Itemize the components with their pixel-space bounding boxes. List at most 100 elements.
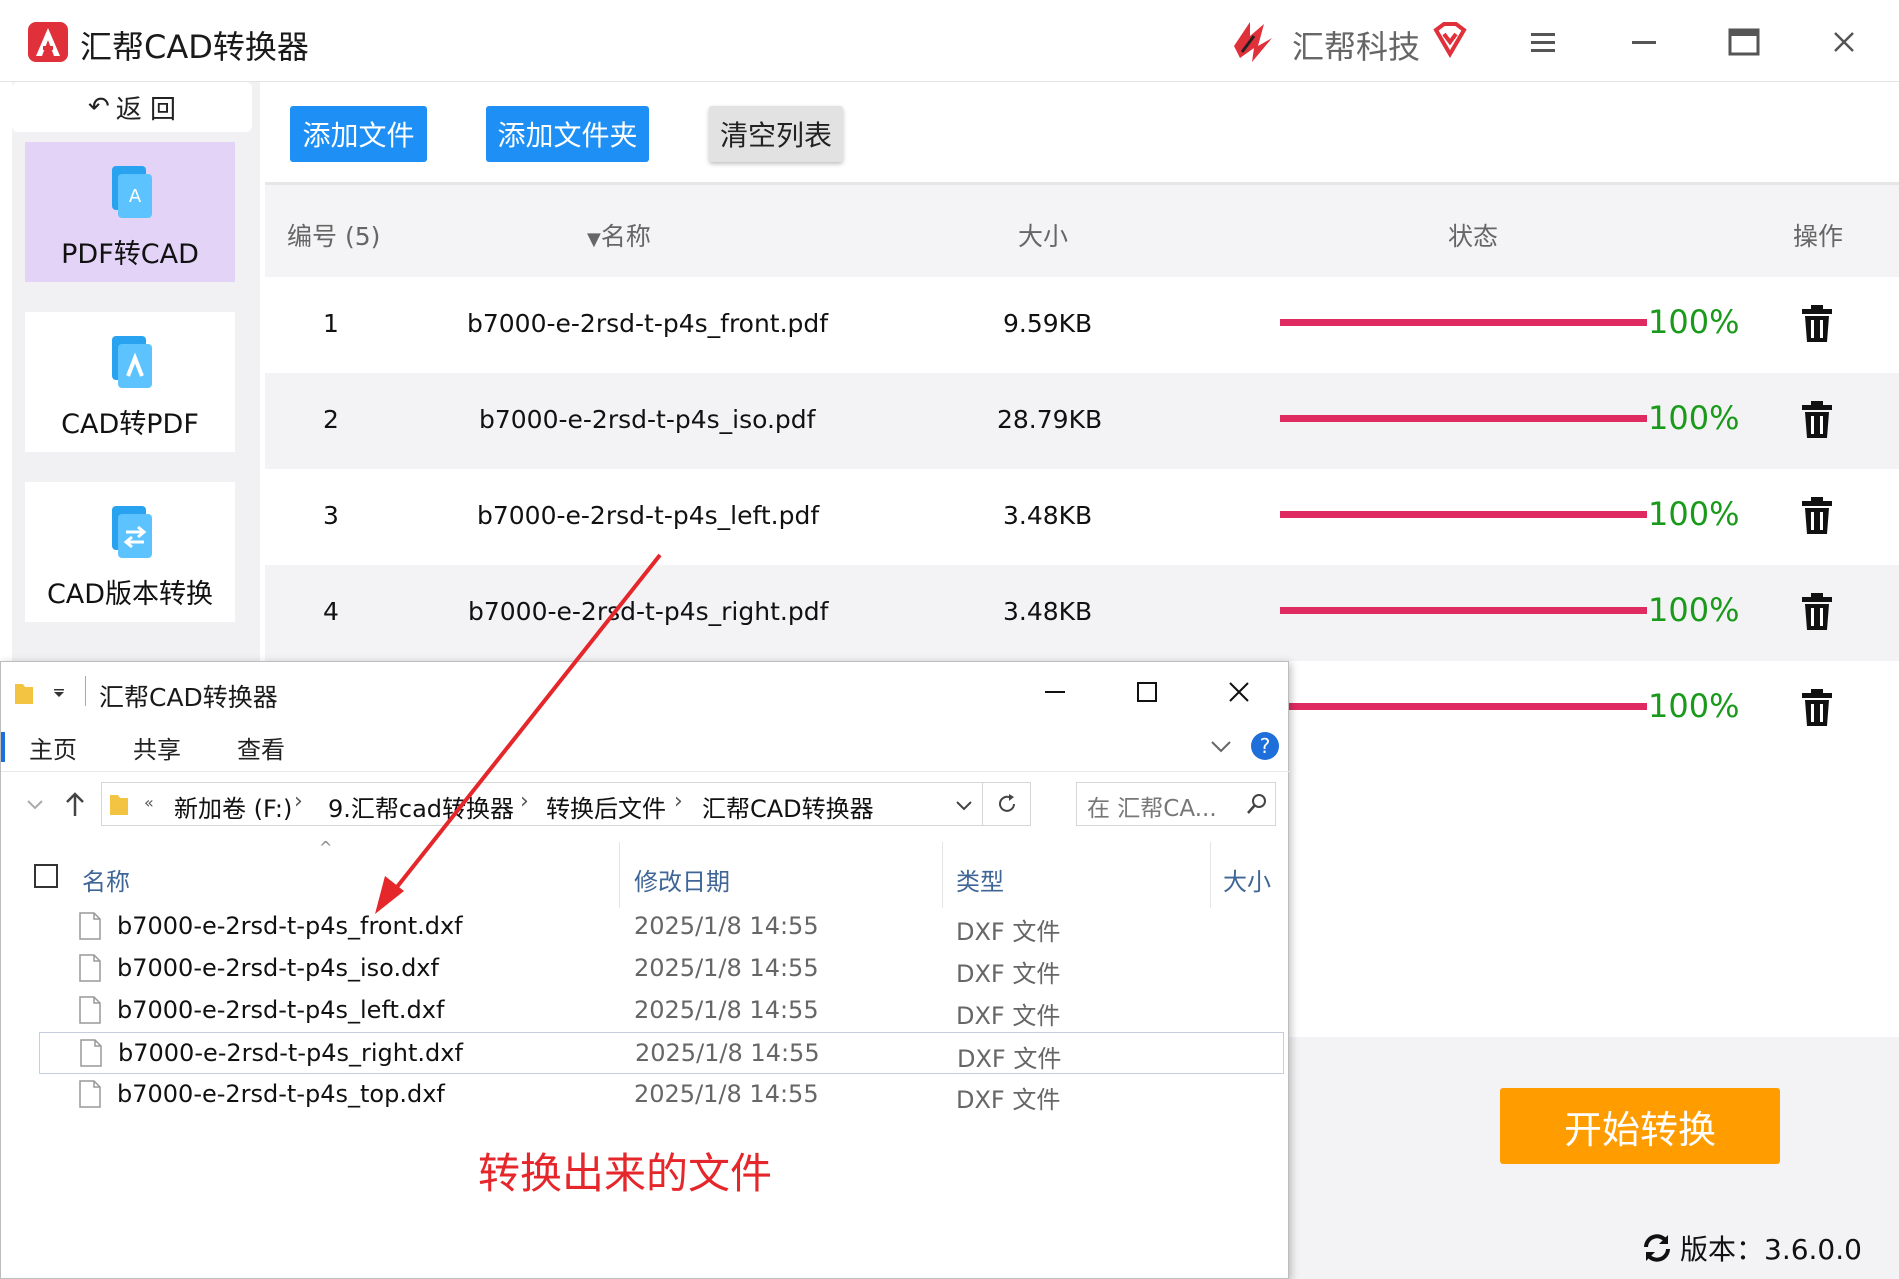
file-name: b7000-e-2rsd-t-p4s_top.dxf	[117, 1080, 445, 1108]
addr-divider	[982, 783, 983, 825]
column-name[interactable]: 名称	[82, 862, 130, 897]
file-row[interactable]: b7000-e-2rsd-t-p4s_iso.dxf 2025/1/8 14:5…	[39, 948, 1284, 990]
dropdown-arrow-icon[interactable]	[51, 686, 67, 702]
crumb-separator-icon[interactable]: ›	[674, 789, 683, 814]
back-button[interactable]: ↶ 返 回	[12, 82, 252, 132]
column-divider[interactable]	[1210, 842, 1211, 908]
header-status: 状态	[1448, 222, 1499, 251]
column-date[interactable]: 修改日期	[634, 862, 730, 897]
refresh-icon[interactable]	[1640, 1231, 1674, 1265]
folder-icon	[15, 684, 33, 704]
file-date: 2025/1/8 14:55	[634, 912, 819, 940]
crumb-folder[interactable]: 9.汇帮cad转换器	[328, 789, 514, 824]
column-divider[interactable]	[942, 842, 943, 908]
version-label: 版本：3.6.0.0	[1680, 1233, 1862, 1266]
file-name: b7000-e-2rsd-t-p4s_right.dxf	[118, 1039, 463, 1067]
header-index[interactable]: 编号 (5)	[287, 217, 380, 253]
file-row[interactable]: b7000-e-2rsd-t-p4s_right.dxf 2025/1/8 14…	[39, 1032, 1284, 1074]
menu-button[interactable]	[1523, 22, 1563, 62]
progress-bar	[1280, 415, 1647, 422]
file-row[interactable]: b7000-e-2rsd-t-p4s_top.dxf 2025/1/8 14:5…	[39, 1074, 1284, 1116]
table-header: 编号 (5) ▼名称 大小 状态 操作	[265, 182, 1899, 277]
cad-version-icon	[112, 506, 152, 558]
svg-text:?: ?	[1260, 734, 1271, 758]
help-icon[interactable]: ?	[1250, 731, 1280, 761]
refresh-icon[interactable]	[995, 792, 1019, 816]
select-all-checkbox[interactable]	[34, 864, 58, 888]
ribbon-accent	[1, 732, 5, 762]
address-bar[interactable]: « 新加卷 (F:) › 9.汇帮cad转换器 › 转换后文件 › 汇帮CAD转…	[101, 782, 1031, 826]
column-size[interactable]: 大小	[1223, 862, 1271, 897]
nav-cad-to-pdf[interactable]: CAD转PDF	[25, 312, 235, 452]
crumb-drive[interactable]: 新加卷 (F:)	[174, 789, 292, 824]
add-file-button[interactable]: 添加文件	[290, 106, 427, 162]
header-name-label: 名称	[600, 222, 651, 251]
file-type: DXF 文件	[956, 1086, 1061, 1114]
table-row[interactable]: 1 b7000-e-2rsd-t-p4s_front.pdf 9.59KB 10…	[265, 277, 1899, 373]
start-convert-button[interactable]: 开始转换	[1500, 1088, 1780, 1164]
file-row[interactable]: b7000-e-2rsd-t-p4s_left.dxf 2025/1/8 14:…	[39, 990, 1284, 1032]
progress-bar	[1280, 703, 1647, 710]
file-type: DXF 文件	[956, 960, 1061, 988]
nav-label: CAD转PDF	[61, 409, 199, 440]
header-action: 操作	[1793, 222, 1844, 251]
ribbon-tab-view[interactable]: 查看	[237, 730, 285, 765]
column-divider[interactable]	[619, 842, 620, 908]
search-placeholder: 在 汇帮CA...	[1087, 796, 1217, 822]
table-row[interactable]: 4 b7000-e-2rsd-t-p4s_right.pdf 3.48KB 10…	[265, 565, 1899, 661]
nav-cad-version[interactable]: CAD版本转换	[25, 482, 235, 622]
search-icon	[1247, 794, 1266, 814]
close-button[interactable]	[1824, 22, 1864, 62]
chevron-down-icon[interactable]	[25, 794, 45, 814]
minimize-icon[interactable]	[1041, 678, 1069, 706]
search-input[interactable]: 在 汇帮CA...	[1076, 782, 1276, 826]
trash-icon[interactable]	[1800, 305, 1834, 343]
maximize-button[interactable]	[1724, 22, 1764, 62]
file-date: 2025/1/8 14:55	[634, 954, 819, 982]
nav-pdf-to-cad[interactable]: A PDF转CAD	[25, 142, 235, 282]
maximize-icon	[1728, 28, 1760, 56]
file-date: 2025/1/8 14:55	[634, 1080, 819, 1108]
chevron-down-icon[interactable]	[954, 795, 974, 815]
crumb-current[interactable]: 汇帮CAD转换器	[702, 789, 874, 824]
minimize-icon	[1632, 41, 1656, 44]
progress-bar	[1280, 319, 1647, 326]
nav-label: CAD版本转换	[46, 579, 214, 610]
annotation-caption: 转换出来的文件	[478, 1149, 773, 1198]
column-type[interactable]: 类型	[956, 862, 1004, 897]
table-row[interactable]: 2 b7000-e-2rsd-t-p4s_iso.pdf 28.79KB 100…	[265, 373, 1899, 469]
overflow-icon[interactable]: «	[144, 793, 154, 812]
add-folder-button[interactable]: 添加文件夹	[486, 106, 649, 162]
clear-list-button[interactable]: 清空列表	[709, 106, 843, 162]
explorer-title: 汇帮CAD转换器	[99, 683, 278, 712]
trash-icon[interactable]	[1800, 401, 1834, 439]
trash-icon[interactable]	[1800, 497, 1834, 535]
header-size[interactable]: 大小	[1018, 217, 1068, 253]
close-icon[interactable]	[1225, 678, 1253, 706]
row-file-size: 28.79KB	[997, 405, 1103, 434]
crumb-separator-icon[interactable]: ›	[520, 789, 529, 814]
file-row[interactable]: b7000-e-2rsd-t-p4s_front.dxf 2025/1/8 14…	[39, 906, 1284, 948]
trash-icon[interactable]	[1800, 593, 1834, 631]
header-name[interactable]: ▼名称	[587, 217, 651, 253]
progress-percent: 100%	[1648, 495, 1740, 533]
file-date: 2025/1/8 14:55	[635, 1039, 820, 1067]
ribbon-tab-share[interactable]: 共享	[133, 730, 181, 765]
vip-badge-icon[interactable]	[1430, 20, 1470, 60]
table-row[interactable]: 3 b7000-e-2rsd-t-p4s_left.pdf 3.48KB 100…	[265, 469, 1899, 565]
maximize-icon[interactable]	[1133, 678, 1161, 706]
version-info: 版本：3.6.0.0	[1640, 1228, 1862, 1268]
title-divider	[85, 676, 86, 706]
chevron-down-icon[interactable]	[1209, 734, 1233, 758]
crumb-separator-icon[interactable]: ›	[294, 789, 303, 814]
progress-percent: 100%	[1648, 687, 1740, 725]
minimize-button[interactable]	[1624, 22, 1664, 62]
trash-icon[interactable]	[1800, 689, 1834, 727]
row-index: 1	[323, 309, 339, 338]
crumb-folder[interactable]: 转换后文件	[546, 789, 666, 824]
progress-percent: 100%	[1648, 591, 1740, 629]
row-file-size: 3.48KB	[1003, 501, 1093, 530]
up-arrow-icon[interactable]	[63, 790, 87, 818]
file-icon	[79, 1080, 101, 1108]
ribbon-tab-home[interactable]: 主页	[29, 730, 77, 765]
